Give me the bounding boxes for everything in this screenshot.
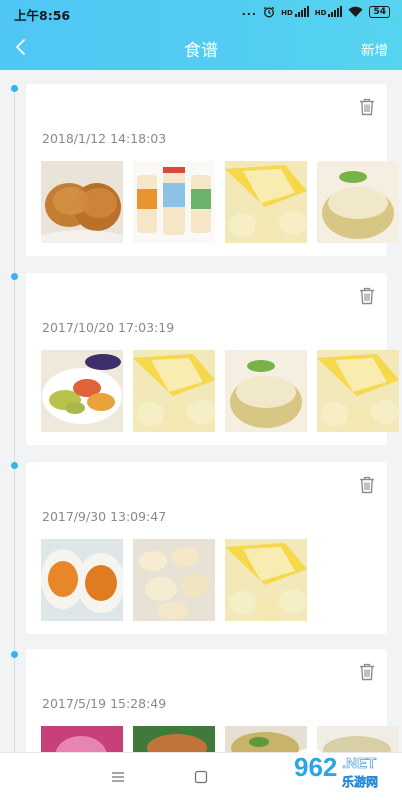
title-bar: 食谱 新增 — [0, 26, 402, 70]
trash-icon[interactable] — [359, 663, 375, 681]
timeline-dot — [11, 651, 18, 658]
photo-pomelo[interactable] — [225, 350, 307, 432]
alarm-icon — [263, 6, 275, 17]
home-square-icon[interactable] — [194, 770, 208, 784]
photo-banana[interactable] — [133, 350, 215, 432]
photo-dried-fruit-plate[interactable] — [41, 350, 123, 432]
recipe-date: 2017/5/19 15:28:49 — [42, 696, 167, 711]
recipe-card[interactable]: 2018/1/12 14:18:03 — [26, 84, 399, 256]
photo-yogurt-bottles[interactable] — [133, 161, 215, 243]
status-bar: 上午8:56 ... HD HD 54 — [0, 0, 402, 26]
status-time: 上午8:56 — [14, 8, 71, 23]
add-recipe-button[interactable]: 新增 — [361, 39, 388, 59]
signal-2-icon: HD — [315, 6, 343, 17]
network-type-2: HD — [314, 9, 327, 17]
wifi-icon — [348, 6, 363, 17]
watermark-sub: 乐游网 — [342, 774, 378, 789]
recipe-date: 2017/10/20 17:03:19 — [42, 320, 175, 335]
signal-1-icon: HD — [281, 6, 309, 17]
recipe-photos — [41, 161, 399, 243]
photo-banana[interactable] — [225, 539, 307, 621]
recipe-card[interactable]: 2017/9/30 13:09:47 — [26, 462, 387, 634]
timeline-dot — [11, 85, 18, 92]
menu-icon[interactable] — [111, 770, 125, 784]
watermark-suffix: .NET — [342, 755, 376, 772]
page-title: 食谱 — [184, 41, 218, 61]
recipe-card[interactable]: 2017/10/20 17:03:19 — [26, 273, 399, 445]
recipe-card[interactable]: 2017/5/19 15:28:49 — [26, 649, 399, 800]
recipe-date: 2017/9/30 13:09:47 — [42, 509, 167, 524]
timeline-dot — [11, 273, 18, 280]
recipe-photos — [41, 539, 307, 621]
photo-fried-chicken[interactable] — [41, 161, 123, 243]
trash-icon[interactable] — [359, 287, 375, 305]
trash-icon[interactable] — [359, 476, 375, 494]
recipe-photos — [41, 350, 399, 432]
photo-banana[interactable] — [225, 161, 307, 243]
timeline-dot — [11, 462, 18, 469]
status-indicators: ... HD HD 54 — [242, 5, 390, 18]
photo-snack-knots[interactable] — [133, 539, 215, 621]
notification-dots-icon: ... — [241, 5, 258, 18]
battery-icon: 54 — [369, 5, 390, 18]
recipe-date: 2018/1/12 14:18:03 — [42, 131, 167, 146]
site-watermark: 962 .NET 乐游网 — [288, 744, 398, 794]
network-type-1: HD — [281, 9, 293, 17]
photo-banana[interactable] — [317, 350, 399, 432]
photo-salted-egg[interactable] — [41, 539, 123, 621]
watermark-brand: 962 — [294, 752, 337, 782]
photo-pomelo[interactable] — [317, 161, 399, 243]
trash-icon[interactable] — [359, 98, 375, 116]
